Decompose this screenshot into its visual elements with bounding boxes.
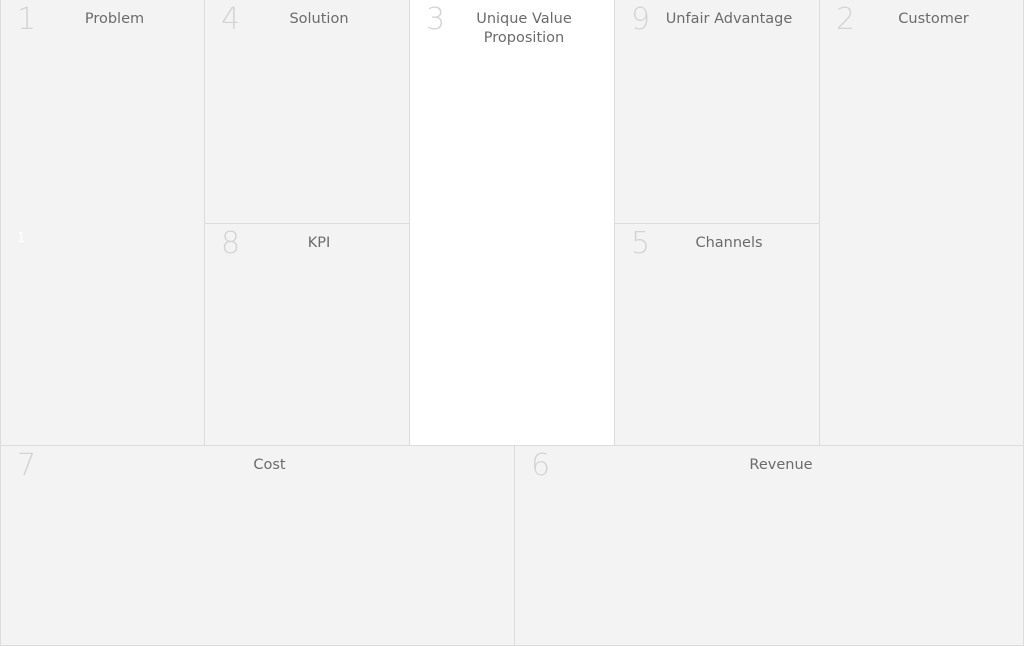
problem-faint-mark: 1 <box>17 231 26 246</box>
cost-title: Cost <box>253 457 286 473</box>
problem-block[interactable]: 1 Problem 1 <box>0 0 205 446</box>
unfair-advantage-number: 9 <box>631 2 651 37</box>
channels-title: Channels <box>695 235 763 251</box>
unfair-advantage-title: Unfair Advantage <box>665 11 793 27</box>
cost-number: 7 <box>17 448 37 483</box>
problem-number: 1 <box>17 2 37 37</box>
channels-block[interactable]: 5 Channels <box>615 224 820 446</box>
lean-canvas: 1 Problem 1 4 Solution 8 KPI 3 Unique Va… <box>0 0 1024 646</box>
kpi-number: 8 <box>221 226 241 261</box>
kpi-title: KPI <box>307 235 331 251</box>
uvp-block[interactable]: 3 Unique Value Proposition <box>410 0 615 446</box>
revenue-block[interactable]: 6 Revenue <box>515 446 1024 646</box>
uvp-title: Unique Value Proposition <box>476 11 572 46</box>
uvp-number: 3 <box>426 2 446 37</box>
customer-number: 2 <box>836 2 856 37</box>
channels-number: 5 <box>631 226 651 261</box>
solution-number: 4 <box>221 2 241 37</box>
cost-block[interactable]: 7 Cost <box>0 446 515 646</box>
revenue-number: 6 <box>531 448 551 483</box>
unfair-advantage-block[interactable]: 9 Unfair Advantage <box>615 0 820 224</box>
solution-block[interactable]: 4 Solution <box>205 0 410 224</box>
solution-title: Solution <box>289 11 349 27</box>
customer-block[interactable]: 2 Customer <box>820 0 1024 446</box>
revenue-title: Revenue <box>749 457 813 473</box>
kpi-block[interactable]: 8 KPI <box>205 224 410 446</box>
problem-title: Problem <box>84 11 145 27</box>
customer-title: Customer <box>898 11 969 27</box>
